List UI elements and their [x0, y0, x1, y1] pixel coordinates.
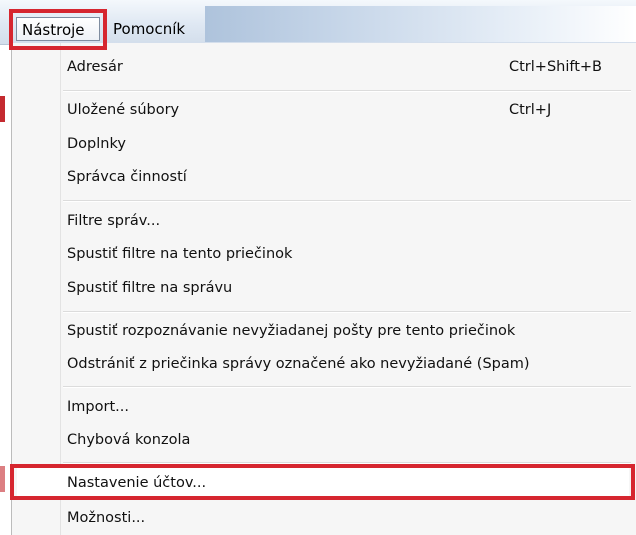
menu-tools[interactable]: Nástroje: [16, 17, 100, 41]
menu-bar: Nástroje Pomocník: [0, 0, 636, 45]
menu-item-message-filters[interactable]: Filtre správ...: [67, 206, 627, 236]
shortcut-label: Ctrl+Shift+B: [509, 59, 603, 75]
menu-item-label: Filtre správ...: [67, 213, 161, 229]
menu-item-label: Import...: [67, 399, 129, 415]
menu-item-activity-manager[interactable]: Správca činností: [67, 162, 627, 192]
menu-separator: [63, 462, 631, 464]
menu-separator: [63, 311, 631, 313]
menu-item-label: Adresár: [67, 59, 123, 75]
menu-item-address-book[interactable]: Adresár Ctrl+Shift+B: [67, 52, 627, 82]
menu-item-account-settings[interactable]: Nastavenie účtov...: [17, 468, 629, 498]
menu-separator: [63, 386, 631, 388]
menu-separator: [63, 90, 631, 92]
menu-separator: [63, 200, 631, 202]
menu-item-saved-files[interactable]: Uložené súbory Ctrl+J: [67, 95, 627, 125]
menu-item-options[interactable]: Možnosti...: [67, 503, 627, 533]
menu-item-label: Správca činností: [67, 169, 187, 185]
menu-item-error-console[interactable]: Chybová konzola: [67, 425, 627, 455]
menu-item-addons[interactable]: Doplnky: [67, 129, 627, 159]
tools-dropdown-menu: Adresár Ctrl+Shift+B Uložené súbory Ctrl…: [11, 43, 636, 535]
icon-gutter-divider: [60, 43, 61, 535]
menu-item-run-junk-detection[interactable]: Spustiť rozpoznávanie nevyžiadanej pošty…: [67, 316, 627, 346]
window-edge-mark: [0, 96, 5, 122]
menu-item-label: Chybová konzola: [67, 432, 191, 448]
menu-item-delete-junk[interactable]: Odstrániť z priečinka správy označené ak…: [67, 349, 627, 379]
menu-bar-background: [205, 6, 636, 42]
menu-help[interactable]: Pomocník: [108, 17, 204, 41]
window-edge-mark: [0, 466, 5, 492]
menu-item-import[interactable]: Import...: [67, 392, 627, 422]
menu-item-label: Doplnky: [67, 136, 126, 152]
menu-item-label: Spustiť filtre na tento priečinok: [67, 246, 293, 262]
menu-item-run-filters-folder[interactable]: Spustiť filtre na tento priečinok: [67, 239, 627, 269]
menu-left-border: [11, 43, 12, 535]
menu-item-run-filters-message[interactable]: Spustiť filtre na správu: [67, 273, 627, 303]
menu-item-label: Uložené súbory: [67, 102, 180, 118]
shortcut-label: Ctrl+J: [509, 102, 552, 118]
menu-item-label: Spustiť filtre na správu: [67, 280, 233, 296]
menu-item-label: Nastavenie účtov...: [67, 475, 207, 491]
menu-item-label: Odstrániť z priečinka správy označené ak…: [67, 356, 530, 372]
menu-item-label: Možnosti...: [67, 510, 146, 526]
menu-item-label: Spustiť rozpoznávanie nevyžiadanej pošty…: [67, 323, 516, 339]
